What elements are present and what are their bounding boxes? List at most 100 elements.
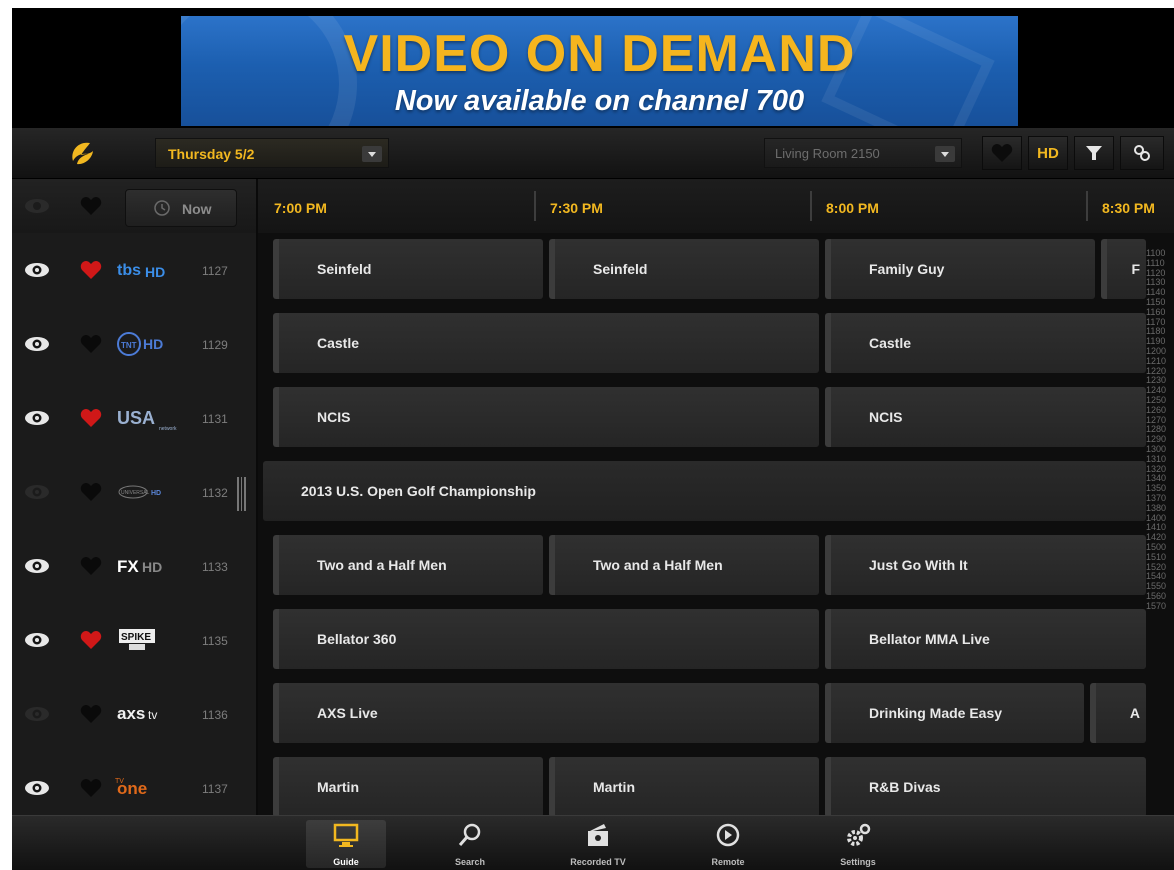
program-cell[interactable]: A	[1089, 683, 1146, 743]
program-title: Two and a Half Men	[593, 557, 723, 573]
program-cell[interactable]: Two and a Half Men	[273, 535, 543, 595]
channel-row[interactable]: TNT HD 1129	[12, 307, 258, 381]
settings-gears-icon	[847, 823, 871, 846]
time-divider	[1086, 191, 1088, 221]
eye-icon[interactable]	[24, 632, 50, 648]
program-cell[interactable]: Martin	[273, 757, 543, 815]
program-title: Martin	[317, 779, 359, 795]
channel-row[interactable]: one TV 1137	[12, 751, 258, 825]
channel-logo-image: UNIVERSAL HD	[118, 485, 161, 499]
program-title: Seinfeld	[593, 261, 648, 277]
eye-icon[interactable]	[24, 410, 50, 426]
program-title: AXS Live	[317, 705, 378, 721]
row-drag-handle[interactable]	[237, 477, 246, 511]
program-cell[interactable]: Family Guy	[825, 239, 1095, 299]
channel-logo-image: SPIKE	[119, 629, 155, 650]
time-label: 7:30 PM	[550, 200, 603, 216]
eye-icon[interactable]	[24, 336, 50, 352]
search-icon	[458, 823, 481, 846]
program-cell[interactable]: AXS Live	[273, 683, 819, 743]
svg-text:FX: FX	[117, 557, 139, 576]
heart-icon[interactable]	[80, 260, 102, 280]
svg-text:HD: HD	[143, 336, 163, 352]
heart-icon[interactable]	[80, 482, 102, 502]
heart-icon[interactable]	[80, 704, 102, 724]
vod-banner[interactable]: VIDEO ON DEMAND Now available on channel…	[181, 16, 1018, 126]
channel-row[interactable]: USA network 1131	[12, 381, 258, 455]
eye-icon[interactable]	[24, 780, 50, 796]
eye-icon[interactable]	[24, 484, 50, 500]
eye-icon[interactable]	[24, 706, 50, 722]
svg-text:tbs: tbs	[117, 262, 141, 279]
time-slot: 8:30 PM	[1086, 179, 1174, 233]
channel-row[interactable]: axs tv 1136	[12, 677, 258, 751]
program-cell[interactable]: 2013 U.S. Open Golf Championship	[263, 461, 1146, 521]
eye-icon[interactable]	[24, 262, 50, 278]
channel-row[interactable]: SPIKE 1135	[12, 603, 258, 677]
nav-guide[interactable]: Guide	[306, 820, 386, 868]
favorites-filter-button[interactable]	[982, 136, 1022, 170]
program-cell[interactable]: NCIS	[273, 387, 819, 447]
channel-logo-image: oneTV	[115, 778, 147, 798]
program-cell[interactable]: R&B Divas	[825, 757, 1146, 815]
app-logo-icon[interactable]	[68, 139, 96, 167]
channel-logo: tbs HD	[115, 256, 181, 282]
program-cell[interactable]: F	[1101, 239, 1146, 299]
heart-icon[interactable]	[80, 630, 102, 650]
program-guide: 7:00 PM 7:30 PM 8:00 PM 8:30 PM Seinfeld…	[258, 179, 1174, 815]
program-cell[interactable]: Castle	[273, 313, 819, 373]
heart-icon[interactable]	[80, 778, 102, 798]
nav-settings[interactable]: Settings	[818, 820, 898, 868]
channel-row[interactable]: tbs HD 1127	[12, 233, 258, 307]
nav-recorded-tv[interactable]: Recorded TV	[558, 820, 638, 868]
program-cell[interactable]: Just Go With It	[825, 535, 1146, 595]
nav-remote[interactable]: Remote	[688, 820, 768, 868]
time-label: 8:00 PM	[826, 200, 879, 216]
top-toolbar: Thursday 5/2 Living Room 2150 HD	[12, 128, 1174, 179]
program-title: Just Go With It	[869, 557, 968, 573]
program-cell[interactable]: Drinking Made Easy	[825, 683, 1084, 743]
time-slot: 8:00 PM	[810, 179, 1086, 233]
eye-icon[interactable]	[24, 198, 50, 214]
program-cell[interactable]: Bellator 360	[273, 609, 819, 669]
program-cell[interactable]: NCIS	[825, 387, 1146, 447]
svg-text:axs: axs	[117, 704, 145, 723]
eye-icon[interactable]	[24, 558, 50, 574]
nav-search[interactable]: Search	[430, 820, 510, 868]
program-cell[interactable]: Martin	[549, 757, 819, 815]
heart-icon[interactable]	[80, 334, 102, 354]
time-label: 7:00 PM	[274, 200, 327, 216]
heart-icon[interactable]	[80, 196, 102, 216]
program-cell[interactable]: Seinfeld	[549, 239, 819, 299]
program-cell[interactable]: Bellator MMA Live	[825, 609, 1146, 669]
program-title: Bellator 360	[317, 631, 397, 647]
channel-index-scrubber[interactable]: 1100 1110 1120 1130 1140 1150 1160 1170 1180 1190…	[1146, 249, 1174, 769]
clock-icon	[154, 200, 170, 216]
hd-filter-button[interactable]: HD	[1028, 136, 1068, 170]
now-button[interactable]: Now	[125, 189, 237, 227]
channel-index-item[interactable]: 1570	[1146, 601, 1174, 612]
room-dropdown[interactable]: Living Room 2150	[764, 138, 962, 168]
program-title: Drinking Made Easy	[869, 705, 1003, 721]
nav-label: Search	[454, 857, 486, 867]
program-cell[interactable]: Seinfeld	[273, 239, 543, 299]
channel-logo-image: USA network	[117, 408, 177, 432]
program-title: Two and a Half Men	[317, 557, 447, 573]
heart-icon[interactable]	[80, 408, 102, 428]
banner-title: VIDEO ON DEMAND	[343, 25, 856, 83]
hd-label: HD	[1037, 144, 1059, 162]
nav-label: Guide	[333, 857, 359, 867]
svg-text:TV: TV	[115, 778, 124, 785]
filter-icon	[1086, 146, 1102, 160]
link-button[interactable]	[1120, 136, 1164, 170]
channel-row[interactable]: FX HD 1133	[12, 529, 258, 603]
filter-button[interactable]	[1074, 136, 1114, 170]
program-cell[interactable]: Castle	[825, 313, 1146, 373]
program-cell[interactable]: Two and a Half Men	[549, 535, 819, 595]
channel-row[interactable]: UNIVERSAL HD 1132	[12, 455, 258, 529]
date-dropdown[interactable]: Thursday 5/2	[155, 138, 389, 168]
time-divider	[810, 191, 812, 221]
heart-icon[interactable]	[80, 556, 102, 576]
channel-logo: FX HD	[115, 552, 181, 578]
time-slot: 7:30 PM	[534, 179, 810, 233]
